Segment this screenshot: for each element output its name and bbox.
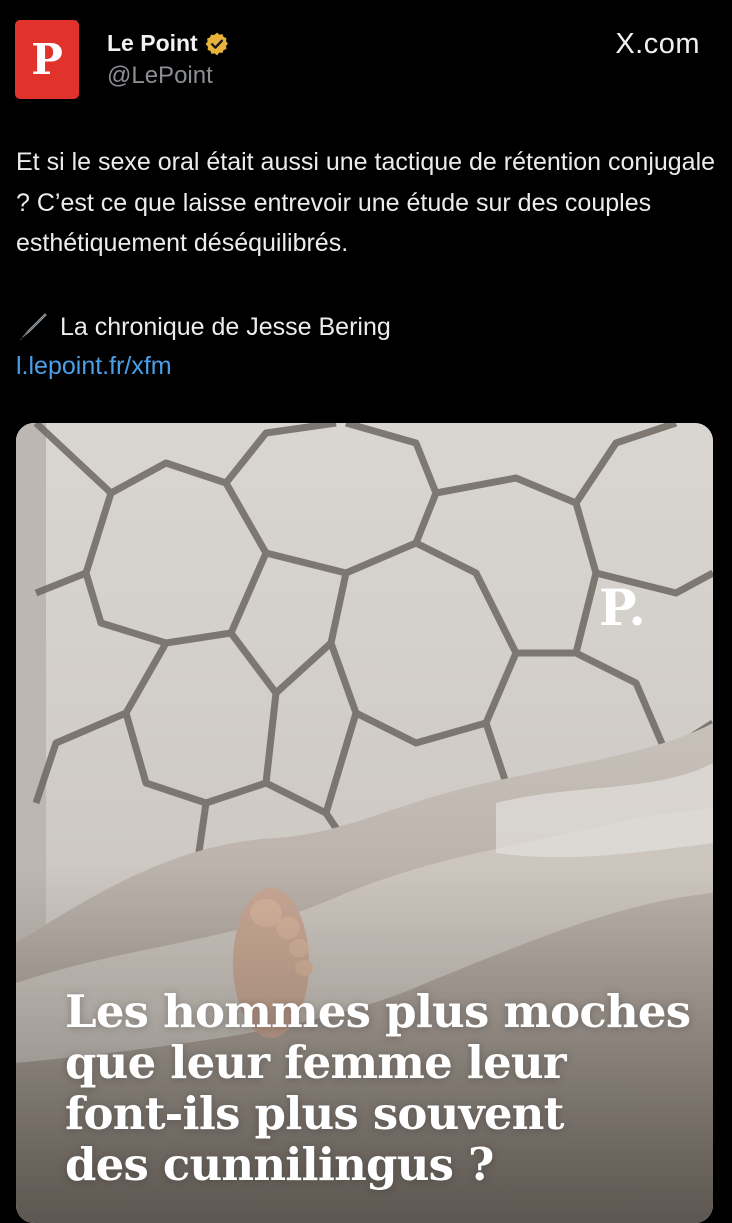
author-name-row[interactable]: Le Point (107, 30, 230, 57)
source-label: X.com (615, 28, 700, 60)
article-link[interactable]: l.lepoint.fr/xfm (16, 346, 172, 386)
byline: La chronique de Jesse Bering (16, 307, 391, 347)
handle[interactable]: @LePoint (107, 62, 213, 90)
display-name[interactable]: Le Point (107, 30, 198, 57)
headline-line: Les hommes plus moches (65, 985, 691, 1038)
tweet-text: Et si le sexe oral était aussi une tacti… (16, 142, 724, 264)
tweet-body: Et si le sexe oral était aussi une tacti… (16, 148, 716, 257)
brand-logo: P. (599, 578, 646, 637)
byline-text: La chronique de Jesse Bering (60, 313, 391, 341)
media-card[interactable]: P. Les hommes plus moches que leur femme… (16, 423, 713, 1223)
headline-line: des cunnilingus ? (65, 1138, 494, 1191)
article-headline: Les hommes plus moches que leur femme le… (65, 985, 691, 1191)
avatar[interactable]: P (15, 20, 79, 99)
fountain-pen-icon (16, 310, 50, 344)
verified-badge-icon (204, 31, 230, 57)
avatar-letter: P (31, 34, 63, 84)
headline-line: font-ils plus souvent (65, 1087, 564, 1140)
headline-line: que leur femme leur (65, 1036, 567, 1089)
